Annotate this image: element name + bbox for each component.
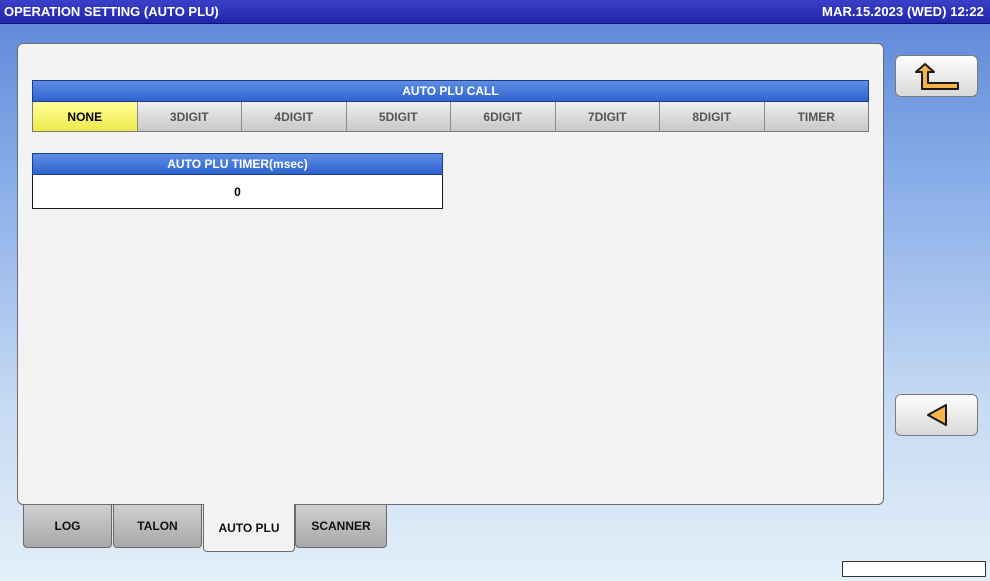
triangle-left-icon — [926, 404, 947, 426]
auto-plu-call-header: AUTO PLU CALL — [32, 80, 869, 102]
option-5digit[interactable]: 5DIGIT — [346, 102, 451, 131]
return-button[interactable] — [895, 55, 978, 97]
auto-plu-timer-value: 0 — [234, 184, 241, 199]
auto-plu-timer-field[interactable]: 0 — [32, 175, 443, 209]
auto-plu-timer-title: AUTO PLU TIMER(msec) — [167, 157, 308, 171]
tab-log[interactable]: LOG — [23, 505, 112, 548]
window-title: OPERATION SETTING (AUTO PLU) — [4, 4, 219, 19]
tab-auto-plu[interactable]: AUTO PLU — [203, 504, 295, 552]
previous-page-button[interactable] — [895, 394, 978, 436]
option-8digit[interactable]: 8DIGIT — [660, 102, 765, 131]
option-3digit[interactable]: 3DIGIT — [137, 102, 242, 131]
option-4digit[interactable]: 4DIGIT — [242, 102, 347, 131]
option-7digit[interactable]: 7DIGIT — [555, 102, 660, 131]
datetime: MAR.15.2023 (WED) 12:22 — [822, 4, 984, 19]
option-none[interactable]: NONE — [33, 102, 138, 131]
tab-talon[interactable]: TALON — [113, 505, 202, 548]
return-arrow-icon — [914, 63, 959, 90]
auto-plu-timer-header: AUTO PLU TIMER(msec) — [32, 153, 443, 175]
tab-scanner[interactable]: SCANNER — [295, 505, 387, 548]
option-timer[interactable]: TIMER — [764, 102, 868, 131]
status-box — [842, 561, 986, 577]
option-6digit[interactable]: 6DIGIT — [451, 102, 556, 131]
auto-plu-call-title: AUTO PLU CALL — [402, 84, 499, 98]
title-bar: OPERATION SETTING (AUTO PLU) MAR.15.2023… — [0, 0, 990, 24]
auto-plu-call-options: NONE 3DIGIT 4DIGIT 5DIGIT 6DIGIT 7DIGIT … — [32, 102, 869, 132]
